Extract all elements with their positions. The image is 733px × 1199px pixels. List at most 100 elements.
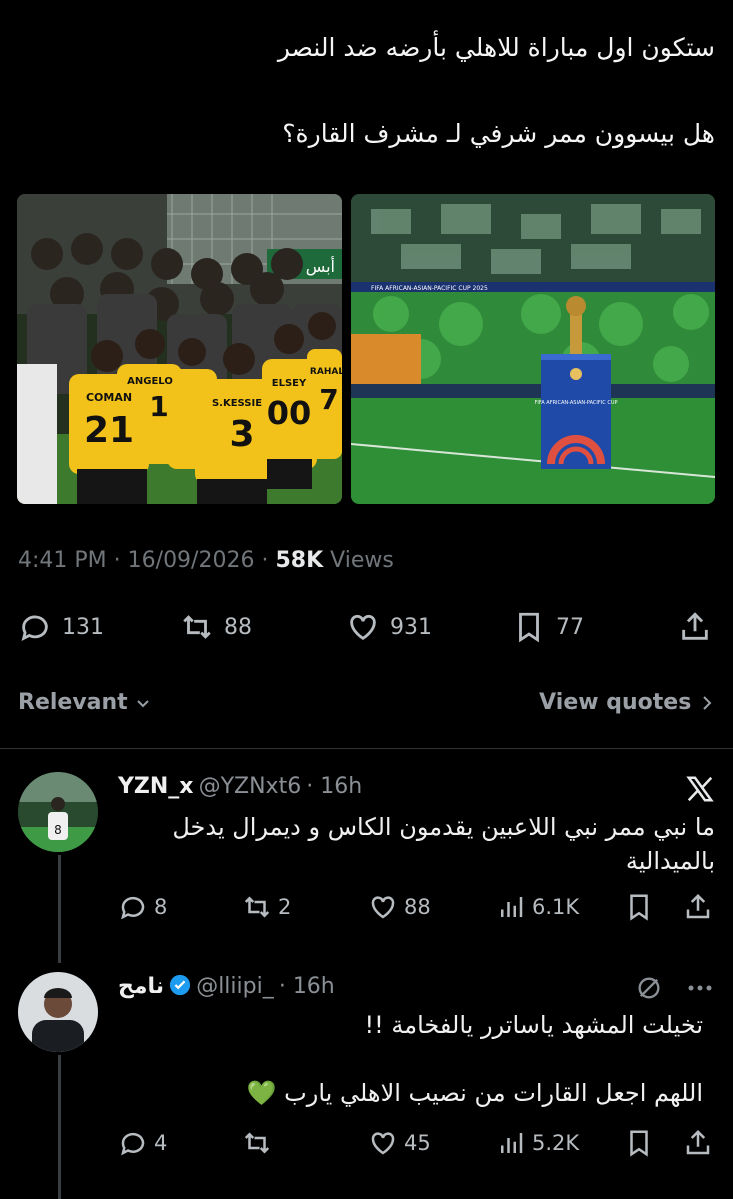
heart-icon — [371, 1132, 395, 1155]
views-icon — [501, 1133, 523, 1153]
reply-share-button[interactable] — [683, 1128, 713, 1158]
relevant-label: Relevant — [18, 690, 128, 715]
like-count: 931 — [390, 614, 432, 640]
reply-bookmark-button[interactable] — [624, 1128, 654, 1158]
chevron-down-icon — [137, 700, 150, 708]
jersey-name-2: ANGELO — [127, 376, 173, 387]
reply-like-button[interactable]: 45 — [368, 1128, 431, 1158]
reply-icon — [21, 615, 48, 641]
more-options-icon[interactable] — [685, 974, 715, 1002]
reply-like-button[interactable]: 88 — [368, 892, 431, 922]
reply-count: 131 — [62, 614, 104, 640]
bookmark-icon — [630, 894, 648, 921]
reply-time: 16h — [292, 974, 335, 999]
tweet-image-players[interactable]: أبس البيو COMAN 21 ANGELO 1 S.KESSIE 3 E… — [17, 194, 342, 504]
jersey-name-3: S.KESSIE — [212, 398, 262, 409]
view-quotes-label: View quotes — [539, 690, 692, 715]
jersey-name-1: COMAN — [86, 391, 132, 404]
reply-author-handle[interactable]: @lliipi_ — [196, 974, 274, 999]
chevron-right-icon — [703, 696, 712, 710]
repost-icon — [183, 615, 211, 639]
board-text: FIFA AFRICAN-ASIAN-PACIFIC CUP 2025 — [371, 285, 488, 292]
like-button[interactable]: 931 — [346, 610, 432, 644]
tweet-date: 16/09/2026 — [127, 548, 255, 573]
tweet-text-line-1: ستكون اول مباراة للاهلي بأرضه ضد النصر — [277, 33, 715, 62]
repost-icon — [244, 1132, 270, 1154]
divider — [0, 748, 733, 749]
share-icon — [682, 612, 708, 640]
reply-views-button[interactable]: 6.1K — [496, 892, 579, 922]
reply-repost-button[interactable] — [242, 1128, 278, 1158]
repost-button[interactable]: 88 — [180, 610, 252, 644]
reply-reply-count: 8 — [154, 895, 168, 919]
repost-count: 88 — [224, 614, 252, 640]
reply-views-count: 6.1K — [532, 895, 580, 919]
share-icon — [686, 1129, 710, 1155]
reply-author-handle[interactable]: @YZNxt6 — [199, 774, 302, 799]
tweet-meta: 4:41 PM · 16/09/2026 · 58K Views — [18, 548, 394, 573]
relevant-dropdown[interactable]: Relevant — [18, 690, 151, 715]
reply-bookmark-button[interactable] — [624, 892, 654, 922]
tweet-time: 4:41 PM — [18, 548, 107, 573]
reply-repost-button[interactable]: 2 — [242, 892, 291, 922]
heart-icon — [350, 614, 376, 641]
jersey-name-4: ELSEY — [272, 378, 307, 389]
reply-author-name[interactable]: YZN_x — [118, 774, 194, 799]
reply-text-line-2: اللهم اجعل القارات من نصيب الاهلي يارب 💚 — [246, 1079, 703, 1107]
reply-icon — [121, 1132, 145, 1156]
jersey-number-2: 1 — [149, 390, 168, 423]
reply-text-line-1: تخيلت المشهد ياساترر يالفخامة !! — [364, 1011, 703, 1039]
reply-reply-button[interactable]: 4 — [118, 1128, 167, 1158]
share-button[interactable] — [678, 610, 712, 644]
jersey-number-3: 3 — [229, 414, 254, 455]
reply-like-count: 88 — [404, 895, 431, 919]
reply-author-name[interactable]: نامح — [118, 974, 164, 999]
avatar-image: 8 — [18, 772, 98, 852]
view-quotes-link[interactable]: View quotes — [539, 690, 715, 715]
players-photo: أبس البيو COMAN 21 ANGELO 1 S.KESSIE 3 E… — [17, 194, 342, 504]
bookmark-count: 77 — [556, 614, 584, 640]
views-count: 58K — [275, 548, 324, 573]
stadium-photo: FIFA AFRICAN-ASIAN-PACIFIC CUP 2025 FIFA… — [351, 194, 715, 504]
reply-item-2[interactable]: نامح @lliipi_ · 16h تخيلت المشهد ياساترر… — [0, 960, 733, 1190]
reply-time: 16h — [320, 774, 363, 799]
tweet-actions: 131 88 931 77 — [18, 610, 715, 650]
jersey-name-5: RAHAL — [310, 367, 342, 377]
reply-views-count: 5.2K — [532, 1131, 580, 1155]
tweet-image-stadium[interactable]: FIFA AFRICAN-ASIAN-PACIFIC CUP 2025 FIFA… — [351, 194, 715, 504]
reply-text-line-1: ما نبي ممر نبي اللاعبين يقدمون الكاس و د… — [172, 813, 715, 841]
reply-repost-count: 2 — [278, 895, 292, 919]
heart-icon — [371, 896, 395, 919]
bookmark-icon — [630, 1130, 648, 1157]
avatar[interactable] — [18, 972, 98, 1052]
reply-header: نامح @lliipi_ · 16h — [118, 974, 335, 999]
verified-badge-icon — [170, 974, 191, 996]
reply-like-count: 45 — [404, 1131, 431, 1155]
share-icon — [686, 893, 710, 919]
avatar-image — [18, 972, 98, 1052]
bookmark-button[interactable]: 77 — [512, 610, 584, 644]
reply-item-1[interactable]: 8 YZN_x @YZNxt6 · 16h ما نبي ممر نبي الل… — [0, 760, 733, 960]
reply-icon — [121, 896, 145, 920]
thread-line — [58, 1055, 61, 1199]
bookmark-icon — [519, 612, 539, 643]
jersey-number-1: 21 — [84, 410, 134, 451]
reply-reply-button[interactable]: 8 — [118, 892, 167, 922]
reply-text-line-2: بالميدالية — [625, 847, 715, 875]
reply-share-button[interactable] — [683, 892, 713, 922]
jersey-number-5: 7 — [319, 383, 338, 416]
trophy-stand-text: FIFA AFRICAN-ASIAN-PACIFIC CUP — [535, 400, 618, 406]
reply-button[interactable]: 131 — [18, 610, 104, 644]
tweet-text-line-2: هل بيسوون ممر شرفي لـ مشرف القارة؟ — [282, 119, 715, 148]
x-logo-icon — [686, 776, 714, 802]
grok-icon[interactable] — [635, 974, 663, 1002]
thread-line — [58, 855, 61, 963]
reply-views-button[interactable]: 5.2K — [496, 1128, 579, 1158]
reply-header: YZN_x @YZNxt6 · 16h — [118, 774, 363, 799]
jersey-number-4: 00 — [267, 394, 312, 432]
reply-reply-count: 4 — [154, 1131, 168, 1155]
avatar[interactable]: 8 — [18, 772, 98, 852]
views-label: Views — [330, 548, 394, 573]
views-icon — [501, 897, 523, 917]
repost-icon — [244, 896, 270, 918]
